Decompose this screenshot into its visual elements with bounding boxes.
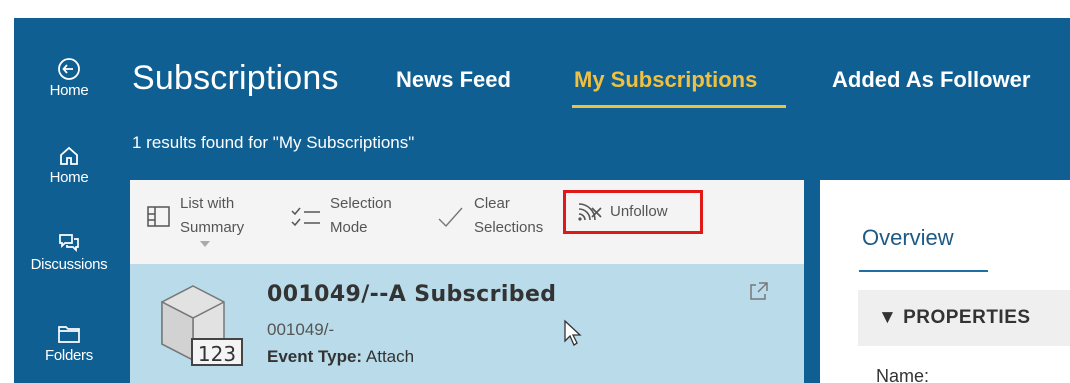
- dropdown-caret-icon: [200, 241, 210, 247]
- item-subtitle: 001049/-: [267, 320, 335, 339]
- external-link-icon[interactable]: [748, 280, 770, 302]
- unfollow-icon: [578, 203, 602, 221]
- item-event-type: Event Type: Attach: [267, 347, 414, 367]
- page-title: Subscriptions: [132, 59, 339, 97]
- checkmark-icon: [438, 207, 463, 228]
- rail-item-label: Discussions: [30, 256, 108, 273]
- properties-section-header[interactable]: ▼ PROPERTIES: [858, 290, 1070, 346]
- back-circle-icon: [58, 58, 80, 80]
- list-with-summary-button[interactable]: List with Summary: [144, 194, 264, 250]
- clear-selections-line2: Selections: [474, 219, 544, 236]
- list-with-summary-line2: Summary: [180, 219, 245, 236]
- home-icon: [60, 146, 78, 165]
- app-window: Home Home Discussions Folders Subscripti…: [14, 18, 1070, 383]
- selection-mode-line1: Selection: [330, 195, 392, 212]
- tab-added-as-follower[interactable]: Added As Follower: [832, 67, 1030, 93]
- rail-item-label: Home: [49, 169, 89, 186]
- unfollow-button[interactable]: Unfollow: [576, 194, 696, 230]
- active-tab-indicator: [572, 105, 786, 108]
- mouse-cursor-icon: [564, 319, 582, 346]
- overview-tab-indicator: [859, 270, 988, 272]
- top-band: [0, 0, 1070, 18]
- list-summary-icon: [147, 206, 170, 227]
- rail-item-label: Folders: [45, 347, 93, 364]
- item-title: 001049/--A Subscribed: [267, 282, 557, 307]
- list-with-summary-line1: List with: [180, 195, 235, 212]
- results-count: 1 results found for "My Subscriptions": [132, 133, 415, 152]
- name-field-label: Name:: [876, 366, 930, 383]
- clear-selections-line1: Clear: [474, 195, 510, 212]
- list-panel: List with Summary Selection Mode Clear S…: [130, 180, 804, 383]
- tab-my-subscriptions[interactable]: My Subscriptions: [574, 67, 757, 93]
- list-toolbar: List with Summary Selection Mode Clear S…: [130, 180, 804, 264]
- selection-mode-line2: Mode: [330, 219, 368, 236]
- detail-pane: Overview ▼ PROPERTIES Name:: [820, 180, 1070, 383]
- left-rail: Home Home Discussions Folders: [14, 18, 124, 383]
- discussions-icon: [59, 234, 79, 253]
- event-type-label: Event Type:: [267, 347, 363, 366]
- selection-mode-icon: [291, 207, 320, 227]
- rail-item-label: Home: [49, 82, 89, 99]
- tab-overview[interactable]: Overview: [862, 225, 954, 251]
- clear-selections-button[interactable]: Clear Selections: [436, 194, 566, 250]
- folder-icon: [58, 326, 80, 343]
- properties-header-label: ▼ PROPERTIES: [878, 307, 1031, 328]
- number-badge: 123: [191, 338, 243, 366]
- rail-item-home[interactable]: Home: [14, 143, 124, 186]
- unfollow-label: Unfollow: [610, 203, 668, 220]
- rail-item-home-back[interactable]: Home: [14, 56, 124, 99]
- rail-item-folders[interactable]: Folders: [14, 321, 124, 364]
- rail-item-discussions[interactable]: Discussions: [14, 230, 124, 273]
- list-item[interactable]: 123 001049/--A Subscribed 001049/- Event…: [130, 264, 804, 383]
- tab-news-feed[interactable]: News Feed: [396, 67, 511, 93]
- selection-mode-button[interactable]: Selection Mode: [290, 194, 410, 250]
- event-type-value: Attach: [365, 347, 415, 366]
